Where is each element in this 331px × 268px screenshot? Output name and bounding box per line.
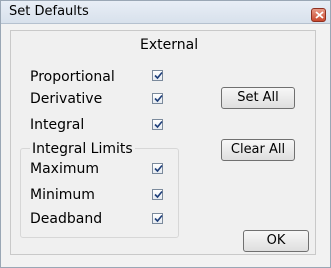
title-bar[interactable]: Set Defaults [1, 1, 330, 24]
checkmark-icon [154, 94, 163, 103]
checkmark-icon [154, 164, 163, 173]
minimum-label: Minimum [30, 187, 95, 203]
proportional-label: Proportional [30, 69, 115, 85]
checkmark-icon [154, 120, 163, 129]
checkmark-icon [154, 71, 163, 80]
close-button[interactable] [311, 8, 326, 22]
clear-all-button[interactable]: Clear All [221, 139, 295, 161]
integral-limits-label: Integral Limits [30, 141, 135, 157]
deadband-checkbox[interactable] [152, 213, 163, 224]
checkmark-icon [154, 214, 163, 223]
integral-checkbox[interactable] [152, 119, 163, 130]
window-title: Set Defaults [9, 4, 89, 19]
set-all-button[interactable]: Set All [221, 87, 295, 109]
minimum-checkbox[interactable] [152, 189, 163, 200]
ok-button[interactable]: OK [243, 230, 309, 252]
proportional-checkbox[interactable] [152, 70, 163, 81]
panel-heading: External [140, 37, 199, 53]
integral-label: Integral [30, 117, 85, 133]
derivative-label: Derivative [30, 91, 103, 107]
close-icon [315, 11, 324, 19]
derivative-checkbox[interactable] [152, 93, 163, 104]
checkmark-icon [154, 190, 163, 199]
maximum-label: Maximum [30, 161, 99, 177]
deadband-label: Deadband [30, 211, 103, 227]
maximum-checkbox[interactable] [152, 163, 163, 174]
